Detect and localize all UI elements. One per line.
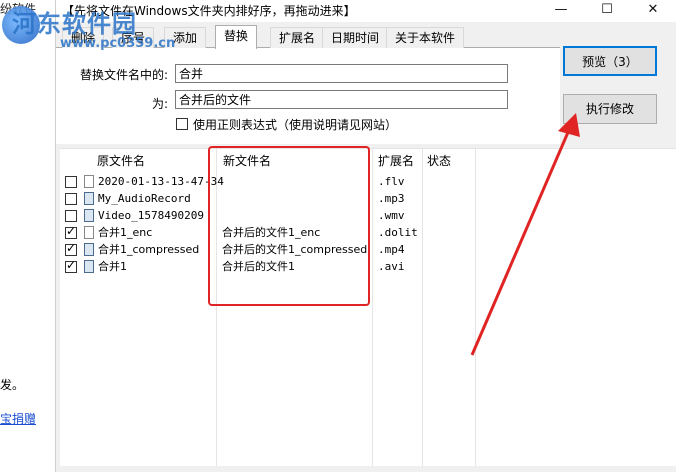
original-name: 合并1_compressed (98, 243, 200, 256)
find-label: 替换文件名中的: (80, 68, 169, 82)
annotation-highlight-box (208, 146, 370, 306)
watermark-text: 河东软件园 (12, 9, 137, 38)
original-name: Video_1578490209 (98, 209, 204, 222)
row-checkbox[interactable] (65, 210, 77, 222)
preview-button[interactable]: 预览（3） (563, 46, 657, 76)
video-file-icon (84, 209, 94, 222)
replace-input[interactable]: 合并后的文件 (175, 90, 508, 109)
extension: .dolit (378, 226, 418, 239)
header-extension[interactable]: 扩展名 (378, 152, 414, 169)
minimize-button[interactable]: — (538, 0, 584, 22)
extension: .mp3 (378, 192, 405, 205)
tab-about[interactable]: 关于本软件 (386, 27, 465, 48)
row-checkbox[interactable] (65, 224, 77, 239)
find-input[interactable]: 合并 (175, 64, 508, 83)
watermark-url: www.pc0359.cn (60, 36, 176, 51)
file-icon (84, 226, 94, 239)
file-icon (84, 175, 94, 188)
audio-file-icon (84, 192, 94, 205)
status-strip (56, 466, 676, 472)
row-checkbox[interactable] (65, 176, 77, 188)
video-file-icon (84, 260, 94, 273)
original-name: 合并1_enc (98, 226, 153, 239)
header-status[interactable]: 状态 (427, 152, 451, 169)
row-checkbox[interactable] (65, 193, 77, 205)
original-name: 合并1 (98, 260, 127, 273)
background-text: 发。 (0, 378, 25, 392)
extension: .wmv (378, 209, 405, 222)
regex-label: 使用正则表达式（使用说明请见网站） (193, 118, 398, 132)
row-checkbox[interactable] (65, 241, 77, 256)
tab-datetime[interactable]: 日期时间 (322, 27, 389, 48)
extension: .avi (378, 260, 405, 273)
annotation-arrow-icon (470, 113, 580, 356)
maximize-button[interactable]: ☐ (584, 0, 630, 22)
original-name: 2020-01-13-13-47-34 (98, 175, 224, 188)
extension: .flv (378, 175, 405, 188)
background-window (0, 0, 56, 472)
replace-label: 为: (152, 97, 169, 111)
original-name: My_AudioRecord (98, 192, 191, 205)
tab-extension[interactable]: 扩展名 (270, 27, 325, 48)
tab-replace[interactable]: 替换 (215, 25, 258, 49)
regex-checkbox[interactable] (176, 118, 188, 130)
background-donate-link[interactable]: 宝捐赠 (0, 410, 36, 427)
row-checkbox[interactable] (65, 258, 77, 273)
video-file-icon (84, 243, 94, 256)
close-button[interactable]: ✕ (630, 0, 676, 22)
header-original-name[interactable]: 原文件名 (97, 152, 145, 169)
extension: .mp4 (378, 243, 405, 256)
